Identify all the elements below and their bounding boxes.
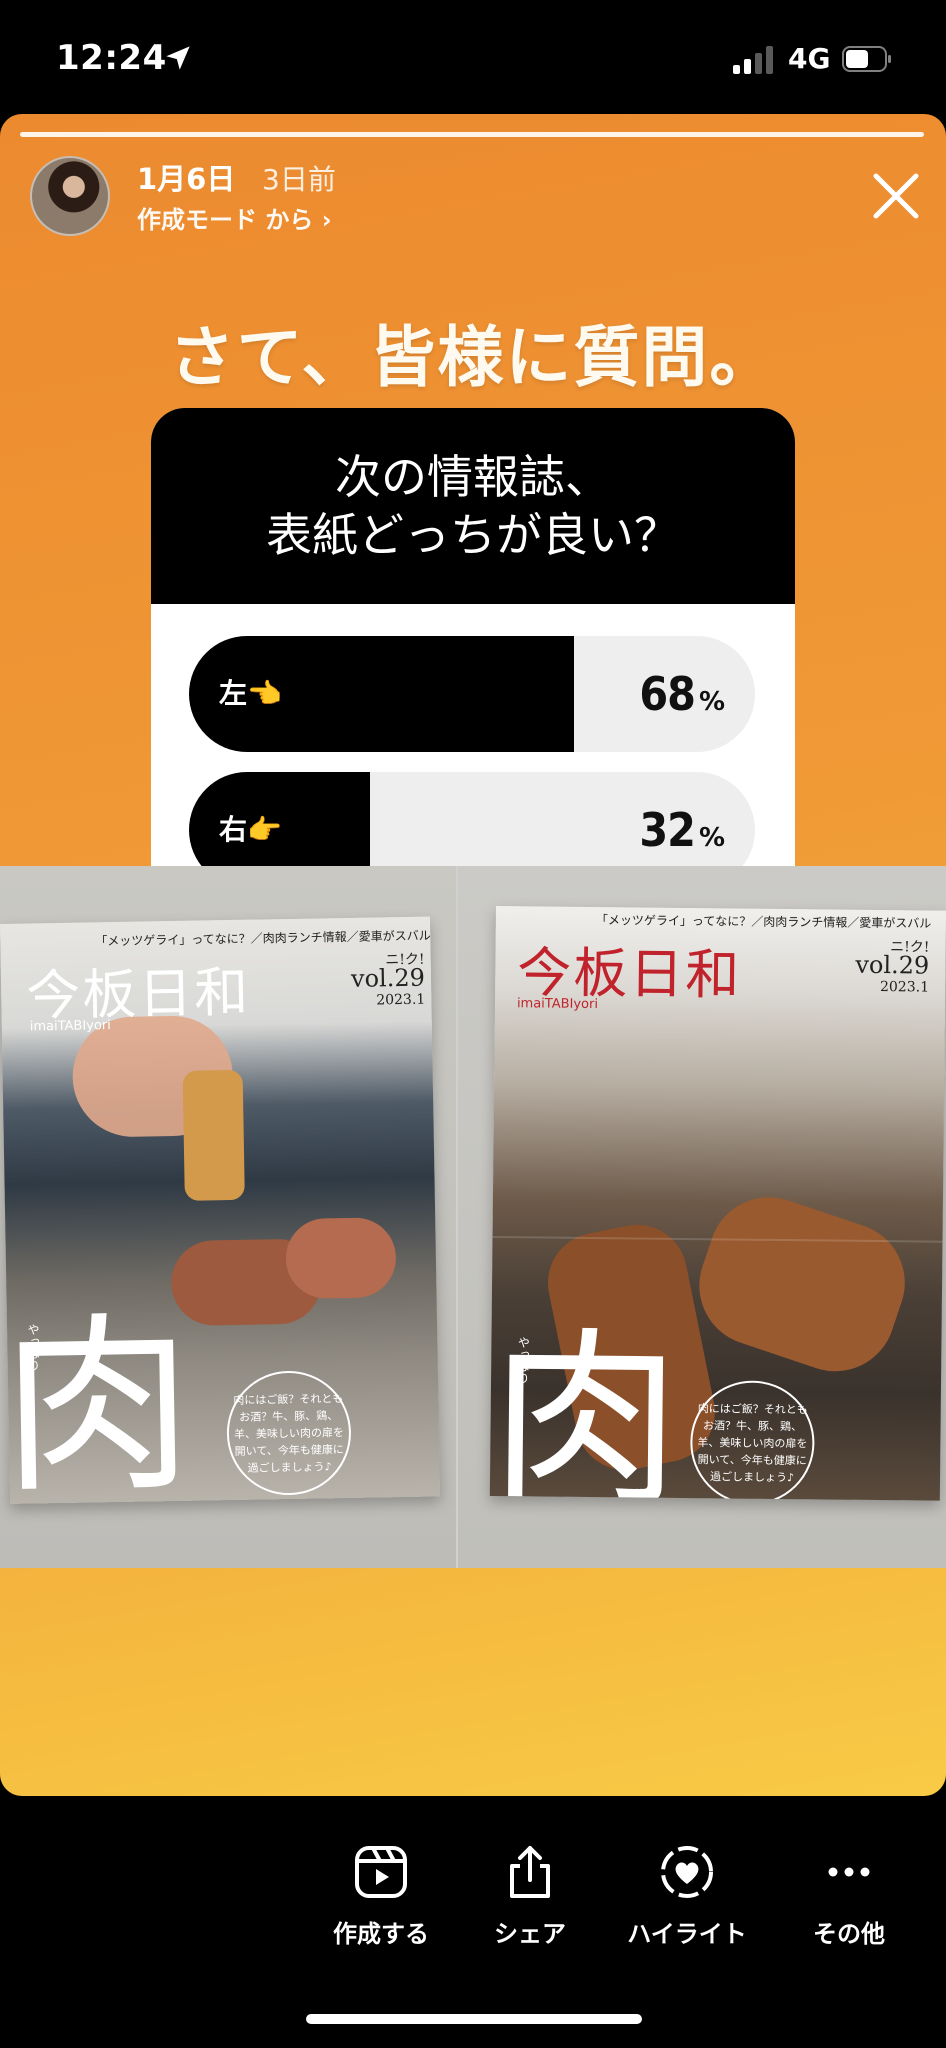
magazine-big-kanji: 肉 (0, 1294, 195, 1504)
magazine-photo-collage: 「メッツゲライ」ってなに？／肉肉ランチ情報／愛車がスバル 今板日和 imaiTA… (0, 866, 946, 1568)
magazine-volume: ニ!ク! vol.29 2023.1 (350, 951, 426, 1009)
location-arrow-icon (166, 46, 190, 70)
create-label: 作成する (333, 1920, 429, 1948)
poll-question-line2: 表紙どっちが良い？ (266, 508, 680, 562)
avatar[interactable] (30, 156, 110, 236)
magazine-big-kanji: 肉 (489, 1309, 682, 1501)
magazine-roman-title: imaiTABIyori (29, 1018, 111, 1035)
more-label: その他 (813, 1920, 885, 1948)
story-date: 1月6日 (137, 162, 236, 196)
story-actions-bar: 作成する シェア ハイライト その他 (0, 1820, 946, 1970)
magazine-cover-right: 「メッツゲライ」ってなに？／肉肉ランチ情報／愛車がスバル 今板日和 imaiTA… (489, 906, 946, 1501)
poll-sticker: 次の情報誌、 表紙どっちが良い？ 左👈 68% 右👉 32% (151, 408, 795, 932)
highlight-button[interactable]: ハイライト (612, 1844, 762, 1949)
poll-option-label: 左👈 (219, 677, 282, 710)
share-label: シェア (494, 1920, 566, 1948)
left-photo: 「メッツゲライ」ってなに？／肉肉ランチ情報／愛車がスバル 今板日和 imaiTA… (0, 866, 456, 1568)
magazine-blurb: 肉にはご飯？それともお酒？牛、豚、鶏、羊、美味しい肉の扉を開いて、今年も健康に過… (689, 1380, 816, 1501)
more-button[interactable]: その他 (774, 1844, 924, 1949)
highlight-heart-icon (661, 1846, 713, 1898)
more-icon (828, 1867, 870, 1877)
home-indicator[interactable] (306, 2014, 642, 2024)
battery-icon (842, 46, 891, 72)
magazine-cover-left: 「メッツゲライ」ってなに？／肉肉ランチ情報／愛車がスバル 今板日和 imaiTA… (0, 916, 441, 1504)
clock: 12:24 (56, 38, 167, 78)
reels-create-icon (355, 1846, 407, 1898)
story-time-ago: 3日前 (262, 163, 336, 196)
status-bar: 12:24 4G (0, 0, 946, 112)
signal-icon (733, 44, 775, 74)
highlight-label: ハイライト (627, 1920, 747, 1948)
poll-question: 次の情報誌、 表紙どっちが良い？ (151, 408, 795, 604)
poll-option-percent: 68% (639, 667, 725, 721)
poll-question-line1: 次の情報誌、 (335, 450, 611, 504)
poll-option-left[interactable]: 左👈 68% (189, 636, 755, 752)
create-button[interactable]: 作成する (306, 1844, 456, 1949)
network-type: 4G (788, 42, 831, 75)
share-icon (510, 1846, 550, 1898)
magazine-roman-title: imaiTABIyori (516, 996, 599, 1013)
magazine-blurb: 肉にはご飯？それともお酒？牛、豚、鶏、羊、美味しい肉の扉を開いて、今年も健康に過… (225, 1369, 353, 1497)
create-mode-link[interactable]: 作成モード から › (137, 200, 332, 235)
right-photo: 「メッツゲライ」ってなに？／肉肉ランチ情報／愛車がスバル 今板日和 imaiTA… (458, 866, 946, 1568)
magazine-volume: ニ!ク! vol.29 2023.1 (855, 939, 930, 996)
story-headline: さて、皆様に質問。 (168, 318, 778, 396)
story-progress-bar (20, 132, 924, 137)
close-icon[interactable] (870, 170, 922, 222)
magazine-subtitle: 「メッツゲライ」ってなに？／肉肉ランチ情報／愛車がスバル (95, 928, 431, 949)
share-button[interactable]: シェア (455, 1844, 605, 1949)
magazine-subtitle: 「メッツゲライ」ってなに？／肉肉ランチ情報／愛車がスバル (595, 913, 932, 931)
